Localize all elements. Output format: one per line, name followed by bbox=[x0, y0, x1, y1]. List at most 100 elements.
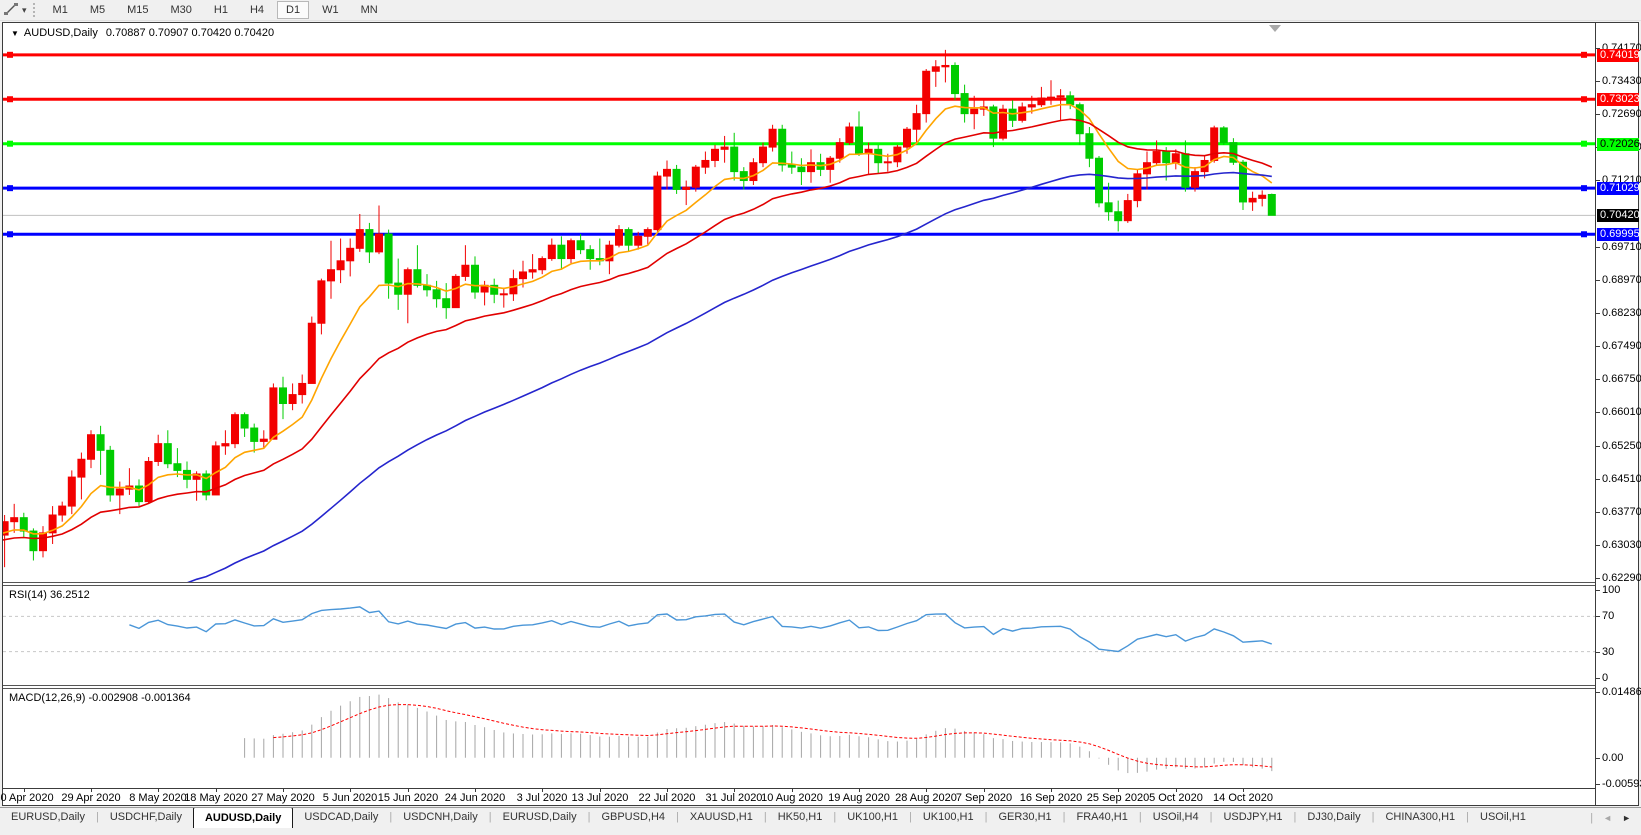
candle bbox=[385, 234, 392, 283]
tab-audusd-daily[interactable]: AUDUSD,Daily bbox=[193, 807, 293, 828]
price-tick-label: 0.67490 bbox=[1602, 340, 1641, 352]
timeframe-w1[interactable]: W1 bbox=[313, 1, 348, 19]
candle bbox=[1115, 212, 1122, 221]
line-anchor bbox=[7, 231, 13, 237]
tab-uk100-h1[interactable]: UK100,H1 bbox=[836, 808, 909, 828]
chevron-down-icon[interactable]: ▾ bbox=[22, 5, 27, 16]
candle bbox=[798, 167, 805, 171]
candle bbox=[164, 444, 171, 464]
tab-usdchf-daily[interactable]: USDCHF,Daily bbox=[99, 808, 193, 828]
price-tick bbox=[1596, 313, 1600, 314]
candle bbox=[520, 272, 527, 279]
tab-ger30-h1[interactable]: GER30,H1 bbox=[987, 808, 1062, 828]
timeframe-m30[interactable]: M30 bbox=[162, 1, 201, 19]
date-axis[interactable]: 20 Apr 202029 Apr 20208 May 202018 May 2… bbox=[3, 788, 1595, 805]
price-tick-label: 0.66010 bbox=[1602, 406, 1641, 418]
tab-usoil-h1[interactable]: USOil,H1 bbox=[1469, 808, 1537, 828]
tab-scroll-controls: | ◄ ► bbox=[1580, 808, 1641, 828]
timeframe-h4[interactable]: H4 bbox=[241, 1, 273, 19]
timeframe-m5[interactable]: M5 bbox=[81, 1, 114, 19]
scroll-left-icon[interactable]: ◄ bbox=[1603, 813, 1612, 823]
tab-china300-h1[interactable]: CHINA300,H1 bbox=[1374, 808, 1466, 828]
candle bbox=[155, 444, 162, 462]
candle bbox=[68, 477, 75, 506]
rsi-tick bbox=[1596, 678, 1600, 679]
candle bbox=[337, 261, 344, 270]
current-price-label: 0.70420 bbox=[1597, 209, 1639, 222]
timeframe-d1[interactable]: D1 bbox=[277, 1, 309, 19]
candle bbox=[760, 147, 767, 163]
mt4-application: ▾ M1M5M15 M30H1H4D1W1MN ▼ AUDUSD,Daily 0.70… bbox=[0, 0, 1641, 835]
price-tick bbox=[1596, 247, 1600, 248]
line-studies-icon bbox=[4, 2, 19, 19]
candle bbox=[577, 241, 584, 250]
line-anchor bbox=[1581, 96, 1587, 102]
timeframe-m15[interactable]: M15 bbox=[118, 1, 157, 19]
price-tick-label: 0.66750 bbox=[1602, 373, 1641, 385]
timeframe-h1[interactable]: H1 bbox=[205, 1, 237, 19]
price-tick bbox=[1596, 81, 1600, 82]
candle bbox=[174, 464, 181, 471]
tab-gbpusd-h4[interactable]: GBPUSD,H4 bbox=[590, 808, 676, 828]
candle bbox=[472, 265, 479, 292]
price-tick bbox=[1596, 545, 1600, 546]
tab-eurusd-daily[interactable]: EURUSD,Daily bbox=[0, 808, 96, 828]
candle bbox=[769, 129, 776, 147]
collapse-icon[interactable]: ▼ bbox=[11, 29, 19, 38]
candle bbox=[1220, 128, 1227, 143]
candle bbox=[942, 65, 949, 66]
tab-usdcnh-daily[interactable]: USDCNH,Daily bbox=[392, 808, 489, 828]
price-tick bbox=[1596, 346, 1600, 347]
candle bbox=[1105, 203, 1112, 212]
tab-fra40-h1[interactable]: FRA40,H1 bbox=[1066, 808, 1139, 828]
price-tick-label: 0.68230 bbox=[1602, 307, 1641, 319]
candle bbox=[116, 489, 123, 495]
tab-uk100-h1[interactable]: UK100,H1 bbox=[912, 808, 985, 828]
tab-xauusd-h1[interactable]: XAUUSD,H1 bbox=[679, 808, 764, 828]
candle bbox=[856, 127, 863, 154]
timeframe-m1[interactable]: M1 bbox=[44, 1, 77, 19]
candle bbox=[107, 450, 114, 495]
macd-panel-canvas[interactable] bbox=[3, 689, 1595, 788]
chart-tab-bar: EURUSD,Daily|USDCHF,DailyAUDUSD,DailyUSD… bbox=[0, 807, 1641, 828]
tab-usdjpy-h1[interactable]: USDJPY,H1 bbox=[1212, 808, 1293, 828]
candle bbox=[40, 533, 47, 551]
tab-eurusd-daily[interactable]: EURUSD,Daily bbox=[492, 808, 588, 828]
rsi-tick bbox=[1596, 590, 1600, 591]
candle bbox=[712, 149, 719, 160]
candle bbox=[1259, 195, 1266, 198]
main-chart-canvas[interactable] bbox=[3, 23, 1595, 582]
chart-tool-button[interactable]: ▾ bbox=[0, 0, 31, 20]
candle bbox=[971, 109, 978, 113]
candle bbox=[1096, 158, 1103, 203]
scroll-right-icon[interactable]: ► bbox=[1622, 813, 1631, 823]
price-tick-label: 0.65250 bbox=[1602, 440, 1641, 452]
tab-usdcad-daily[interactable]: USDCAD,Daily bbox=[293, 808, 389, 828]
price-tick bbox=[1596, 180, 1600, 181]
candle bbox=[1192, 172, 1199, 188]
candle bbox=[395, 283, 402, 294]
candle bbox=[808, 163, 815, 172]
candle bbox=[11, 518, 18, 522]
rsi-line bbox=[129, 607, 1271, 652]
candle bbox=[1249, 198, 1256, 202]
rsi-panel-canvas[interactable] bbox=[3, 586, 1595, 685]
candle bbox=[1182, 154, 1189, 187]
candle bbox=[692, 167, 699, 187]
candle bbox=[587, 250, 594, 259]
hline-price-label: 0.69995 bbox=[1597, 228, 1639, 241]
timeframe-mn[interactable]: MN bbox=[352, 1, 387, 19]
candle bbox=[59, 506, 66, 515]
price-tick bbox=[1596, 379, 1600, 380]
line-anchor bbox=[7, 52, 13, 58]
tab-hk50-h1[interactable]: HK50,H1 bbox=[767, 808, 834, 828]
price-axis[interactable]: 0.741700.734300.726900.719500.712100.697… bbox=[1595, 23, 1638, 805]
price-tick bbox=[1596, 578, 1600, 579]
candle bbox=[232, 415, 239, 444]
candle bbox=[88, 435, 95, 460]
price-tick bbox=[1596, 280, 1600, 281]
price-tick-label: 0.63030 bbox=[1602, 539, 1641, 551]
tab-dj30-daily[interactable]: DJ30,Daily bbox=[1296, 808, 1371, 828]
tab-usoil-h4[interactable]: USOil,H4 bbox=[1142, 808, 1210, 828]
macd-tick-label: 0.00 bbox=[1602, 752, 1623, 764]
